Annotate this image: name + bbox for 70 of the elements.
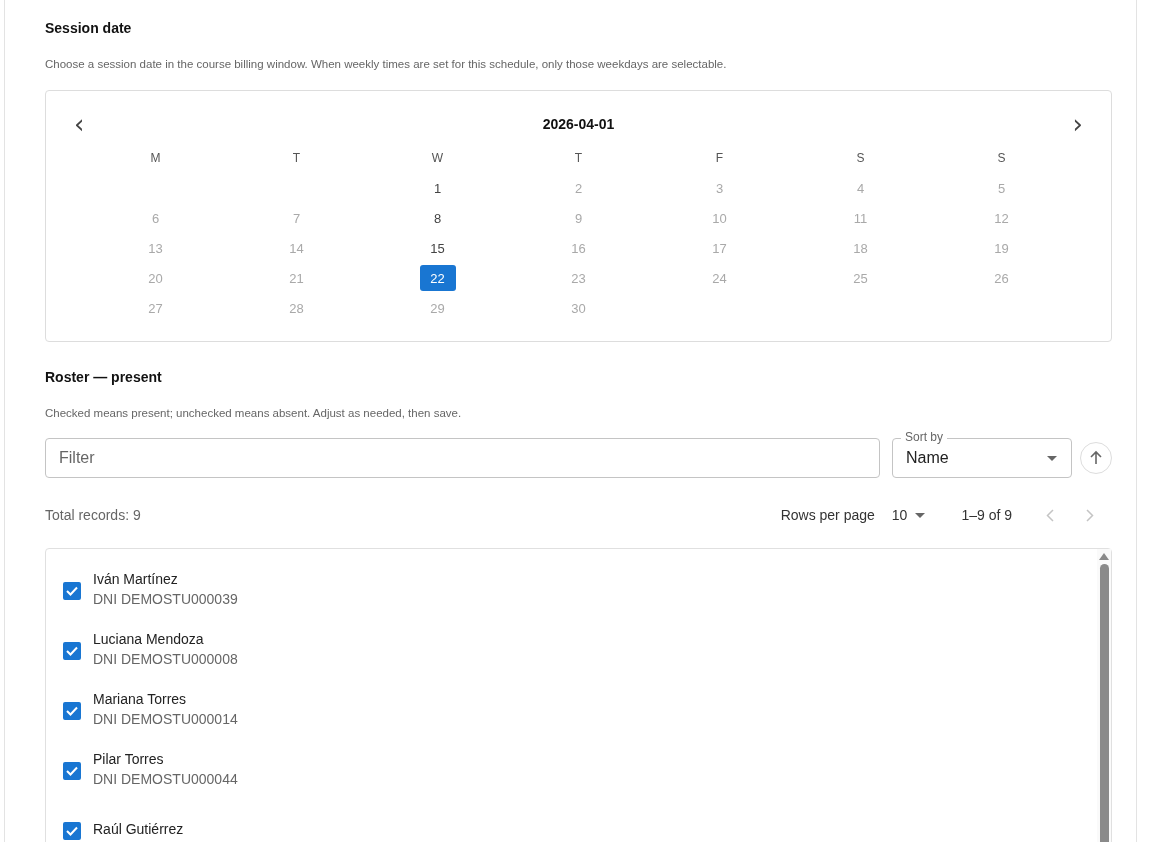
caret-icon — [1047, 455, 1057, 461]
calendar-day[interactable]: 3 — [701, 175, 738, 201]
section-description: Checked means present; unchecked means absent. Adjust as needed, then save. — [45, 406, 463, 421]
student-name: Iván Martínez — [93, 570, 179, 589]
calendar-day[interactable]: 27 — [137, 295, 174, 321]
calendar-day[interactable]: 19 — [983, 235, 1020, 261]
weekday-label: M — [149, 150, 162, 167]
weekday-label: F — [714, 150, 725, 167]
calendar-day[interactable]: 16 — [560, 235, 597, 261]
calendar-day[interactable]: 1 — [419, 175, 456, 201]
calendar-day[interactable]: 12 — [983, 205, 1020, 231]
calendar-day[interactable]: 18 — [842, 235, 879, 261]
weekday-label: S — [855, 150, 866, 167]
checkbox[interactable] — [63, 822, 81, 840]
calendar-day[interactable]: 4 — [842, 175, 879, 201]
page-range: 1–9 of 9 — [961, 507, 1012, 523]
student-name: Pilar Torres — [93, 750, 165, 769]
calendar-day[interactable]: 5 — [983, 175, 1020, 201]
calendar-day[interactable]: 11 — [842, 205, 879, 231]
section-title: Roster — present — [45, 368, 163, 386]
section-description: Choose a session date in the course billing window. When weekly times are set for this schedule, only those weekdays are selectable. — [45, 57, 728, 72]
previous-month-button[interactable]: ‹ — [70, 114, 89, 134]
student-name: Luciana Mendoza — [93, 630, 205, 649]
calendar-day[interactable]: 28 — [278, 295, 315, 321]
calendar-day[interactable]: 24 — [701, 265, 738, 291]
student-name: Mariana Torres — [93, 690, 188, 709]
section-title: Session date — [45, 19, 133, 37]
checkbox[interactable] — [63, 642, 81, 660]
calendar-day[interactable]: 17 — [701, 235, 738, 261]
calendar-day[interactable]: 15 — [419, 235, 456, 261]
scroll-up-icon[interactable] — [1099, 553, 1109, 560]
calendar-day[interactable]: 29 — [419, 295, 456, 321]
weekday-label: S — [996, 150, 1007, 167]
checkbox[interactable] — [63, 582, 81, 600]
calendar-day[interactable]: 30 — [560, 295, 597, 321]
student-name: Raúl Gutiérrez — [93, 820, 184, 839]
rows-per-page-select[interactable]: 10 — [891, 507, 926, 523]
arrow-up-icon — [1088, 450, 1104, 466]
calendar-month: 2026-04-01 — [542, 116, 615, 132]
calendar-day[interactable]: 6 — [137, 205, 174, 231]
checkbox[interactable] — [63, 762, 81, 780]
student-id: DNI DEMOSTU000008 — [93, 650, 238, 669]
rows-per-page-label: Rows per page — [780, 507, 875, 523]
calendar-day[interactable]: 8 — [419, 205, 456, 231]
calendar-day[interactable]: 9 — [560, 205, 597, 231]
next-month-button[interactable]: › — [1068, 114, 1087, 134]
calendar-day[interactable]: 22 — [419, 265, 456, 291]
sort-direction-button[interactable] — [1080, 442, 1112, 474]
filter-field[interactable]: Filter — [45, 438, 880, 478]
checkbox[interactable] — [63, 702, 81, 720]
sort-label: Sort by — [901, 430, 947, 444]
calendar-day[interactable]: 7 — [278, 205, 315, 231]
calendar-day[interactable]: 25 — [842, 265, 879, 291]
student-id: DNI DEMOSTU000044 — [93, 770, 238, 789]
calendar-day[interactable]: 21 — [278, 265, 315, 291]
weekday-label: W — [430, 150, 445, 167]
calendar-day[interactable]: 13 — [137, 235, 174, 261]
caret-icon — [915, 512, 926, 518]
student-id: DNI DEMOSTU000039 — [93, 590, 238, 609]
calendar-day[interactable]: 10 — [701, 205, 738, 231]
calendar-day[interactable]: 2 — [560, 175, 597, 201]
weekday-label: T — [573, 150, 584, 167]
weekday-label: T — [291, 150, 302, 167]
student-id: DNI DEMOSTU000014 — [93, 710, 238, 729]
calendar-day[interactable]: 26 — [983, 265, 1020, 291]
calendar-day[interactable]: 20 — [137, 265, 174, 291]
calendar-day[interactable]: 23 — [560, 265, 597, 291]
total-records: Total records: 9 — [45, 507, 142, 523]
calendar-day[interactable]: 14 — [278, 235, 315, 261]
scrollbar-thumb[interactable] — [1099, 564, 1109, 842]
